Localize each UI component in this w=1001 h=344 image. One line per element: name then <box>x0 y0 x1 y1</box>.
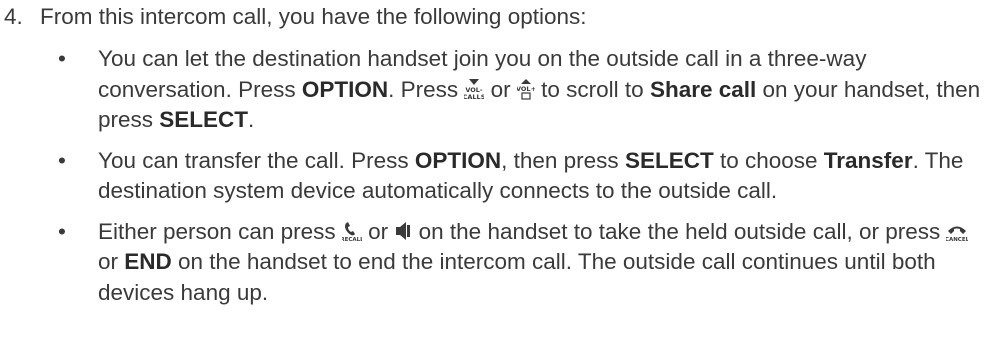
text: , then press <box>501 147 625 173</box>
speaker-key-icon <box>396 221 411 240</box>
text: . <box>248 107 255 132</box>
talk-recall-key-icon: RECALL <box>342 221 362 242</box>
text: to choose <box>713 147 824 173</box>
off-cancel-key-icon: CANCEL <box>946 226 968 242</box>
vol-up-key-icon: VOL+ <box>517 78 535 100</box>
svg-text:VOL+: VOL+ <box>517 85 535 93</box>
list-item: • You can transfer the call. Press OPTIO… <box>58 146 993 207</box>
text: or <box>484 76 517 102</box>
text: to scroll to <box>534 76 650 102</box>
bullet-dot: • <box>58 218 66 244</box>
select-key-label: SELECT <box>159 107 249 132</box>
svg-text:CANCEL: CANCEL <box>946 237 968 242</box>
list-item: • You can let the destination handset jo… <box>58 44 993 136</box>
text: . Press <box>388 76 465 102</box>
step-text: From this intercom call, you have the fo… <box>40 4 587 29</box>
text: Either person can press <box>98 218 342 244</box>
svg-text:RECALL: RECALL <box>342 237 362 242</box>
svg-text:CALLS: CALLS <box>464 93 484 100</box>
text: on the handset to end the intercom call.… <box>98 249 936 305</box>
select-key-label: SELECT <box>624 147 714 173</box>
text: on the handset to take the held outside … <box>412 218 947 244</box>
option-key-label: OPTION <box>301 76 389 102</box>
transfer-label: Transfer <box>823 147 913 173</box>
bullet-dot: • <box>58 46 66 71</box>
vol-down-calls-key-icon: VOL- CALLS <box>464 78 484 100</box>
text: You can transfer the call. Press <box>98 147 415 173</box>
share-call-label: Share call <box>649 76 757 102</box>
options-list: • You can let the destination handset jo… <box>58 44 993 318</box>
text: or <box>361 218 395 244</box>
end-key-label: END <box>124 249 172 274</box>
text: or <box>98 249 125 274</box>
list-item: • Either person can press RECALL or on t… <box>58 217 993 309</box>
bullet-dot: • <box>58 147 66 173</box>
step-number: 4. <box>4 4 23 29</box>
option-key-label: OPTION <box>414 147 502 173</box>
